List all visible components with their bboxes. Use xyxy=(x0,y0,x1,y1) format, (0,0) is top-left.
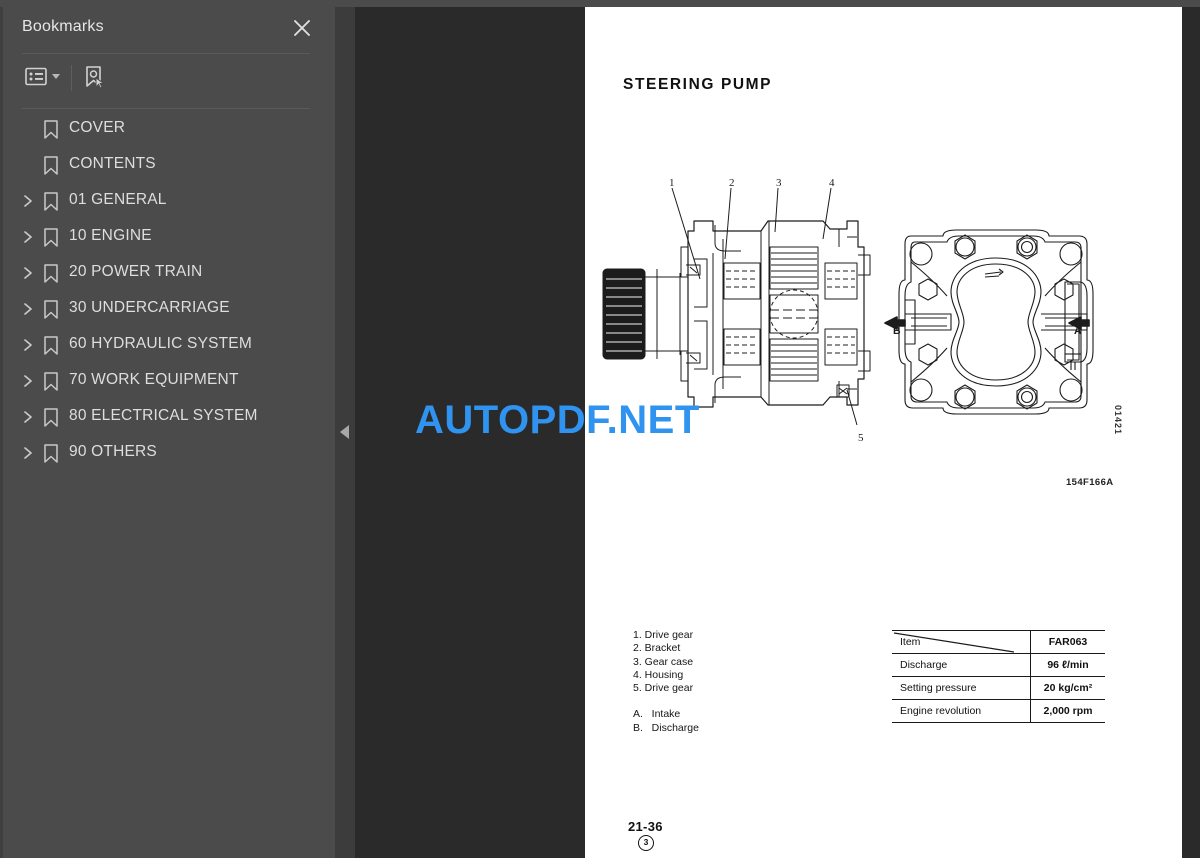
bookmark-icon xyxy=(43,156,59,175)
bookmark-item-contents[interactable]: CONTENTS xyxy=(3,147,338,183)
page-revision-badge: 3 xyxy=(638,835,654,851)
bookmark-item-label: 20 POWER TRAIN xyxy=(69,263,203,280)
bookmark-icon xyxy=(43,372,59,391)
list-options-icon[interactable] xyxy=(25,67,60,86)
chevron-right-icon[interactable] xyxy=(22,230,34,244)
bookmark-item-70-work-equipment[interactable]: 70 WORK EQUIPMENT xyxy=(3,363,338,399)
legend-part-item: 1. Drive gear xyxy=(633,629,694,641)
bookmark-list: COVER CONTENTS 01 GENERAL 10 ENGINE 20 POWER… xyxy=(3,111,338,471)
parts-legend: 1. Drive gear 2. Bracket 3. Gear case 4. Ho… xyxy=(633,629,699,735)
bookmark-item-label: 01 GENERAL xyxy=(69,191,167,208)
legend-port-item: A. Intake xyxy=(633,708,681,721)
bookmark-icon xyxy=(43,120,59,139)
callout-2: 2 xyxy=(729,177,735,189)
new-bookmark-icon[interactable] xyxy=(83,65,107,91)
legend-part-item: 5. Drive gear xyxy=(633,682,694,695)
page-number: 21-36 xyxy=(628,819,663,834)
callout-3: 3 xyxy=(776,177,782,189)
spec-label: Setting pressure xyxy=(892,676,1031,700)
bookmark-item-label: 30 UNDERCARRIAGE xyxy=(69,299,230,316)
bookmark-item-10-engine[interactable]: 10 ENGINE xyxy=(3,219,338,255)
chevron-right-icon[interactable] xyxy=(22,266,34,280)
table-row-header: Item FAR063 xyxy=(892,630,1105,654)
bookmark-item-label: 80 ELECTRICAL SYSTEM xyxy=(69,407,258,424)
bookmark-icon xyxy=(43,444,59,463)
bookmark-item-label: 60 HYDRAULIC SYSTEM xyxy=(69,335,252,352)
legend-part-item: 2. Bracket xyxy=(633,642,681,655)
table-row: Discharge 96 ℓ/min xyxy=(892,653,1105,677)
spec-value: 2,000 rpm xyxy=(1030,699,1105,723)
callout-4: 4 xyxy=(829,177,835,189)
figure-code: 154F166A xyxy=(1066,477,1114,488)
chevron-right-icon[interactable] xyxy=(22,410,34,424)
collapse-left-icon[interactable] xyxy=(340,425,349,439)
bookmark-icon xyxy=(43,228,59,247)
chevron-right-icon[interactable] xyxy=(22,374,34,388)
legend-part-item: 4. Housing xyxy=(633,668,684,681)
header-divider xyxy=(22,53,310,54)
section-arrow-label-A: A xyxy=(1074,325,1082,337)
bookmark-item-label: COVER xyxy=(69,119,126,136)
close-icon[interactable] xyxy=(291,17,313,39)
spec-value: 20 kg/cm² xyxy=(1030,676,1105,700)
chevron-right-icon[interactable] xyxy=(22,194,34,208)
specification-table: Item FAR063 Discharge 96 ℓ/min Setting press… xyxy=(892,630,1105,723)
bookmark-item-label: 90 OTHERS xyxy=(69,443,157,460)
spec-header-model: FAR063 xyxy=(1030,630,1105,654)
toolbar-divider xyxy=(22,108,310,109)
bookmarks-panel: Bookmarks COVER CONTENTS 01 GENERAL 10 E… xyxy=(0,7,335,858)
legend-part-item: 3. Gear case xyxy=(633,655,694,668)
bookmark-item-20-power-train[interactable]: 20 POWER TRAIN xyxy=(3,255,338,291)
spec-label: Discharge xyxy=(892,653,1031,677)
spec-value: 96 ℓ/min xyxy=(1030,653,1105,677)
pdf-page: STEERING PUMP 1 2 3 4 5 A B 154F166A 014… xyxy=(585,7,1182,858)
bookmark-item-cover[interactable]: COVER xyxy=(3,111,338,147)
chevron-down-icon xyxy=(52,74,60,79)
bookmarks-toolbar xyxy=(3,57,338,107)
header-diagonal-rule xyxy=(892,631,1030,653)
bookmarks-panel-header: Bookmarks xyxy=(3,7,335,53)
bookmark-icon xyxy=(43,408,59,427)
bookmark-item-90-others[interactable]: 90 OTHERS xyxy=(3,435,338,471)
top-toolbar-strip xyxy=(0,0,1200,7)
bookmark-item-label: 10 ENGINE xyxy=(69,227,152,244)
spec-label: Engine revolution xyxy=(892,699,1031,723)
side-margin-code: 01421 xyxy=(1113,405,1123,436)
table-row: Setting pressure 20 kg/cm² xyxy=(892,676,1105,700)
bookmark-icon xyxy=(43,264,59,283)
bookmark-icon xyxy=(43,300,59,319)
bookmark-item-label: CONTENTS xyxy=(69,155,156,172)
bookmark-item-01-general[interactable]: 01 GENERAL xyxy=(3,183,338,219)
chevron-right-icon[interactable] xyxy=(22,302,34,316)
callout-1: 1 xyxy=(669,177,675,189)
table-row: Engine revolution 2,000 rpm xyxy=(892,699,1105,723)
bookmark-icon xyxy=(43,192,59,211)
bookmark-item-60-hydraulic-system[interactable]: 60 HYDRAULIC SYSTEM xyxy=(3,327,338,363)
chevron-right-icon[interactable] xyxy=(22,338,34,352)
spec-header-item-cell: Item xyxy=(892,630,1031,654)
bookmark-item-label: 70 WORK EQUIPMENT xyxy=(69,371,239,388)
panel-collapse-strip[interactable] xyxy=(335,7,355,858)
legend-port-item: B. Discharge xyxy=(633,721,699,734)
callout-5: 5 xyxy=(858,432,864,444)
section-arrow-label-B: B xyxy=(893,325,901,337)
panel-title: Bookmarks xyxy=(22,18,104,35)
chevron-right-icon[interactable] xyxy=(22,446,34,460)
toolbar-separator xyxy=(71,65,72,91)
bookmark-icon xyxy=(43,336,59,355)
legend-spacer xyxy=(633,695,699,708)
bookmark-item-30-undercarriage[interactable]: 30 UNDERCARRIAGE xyxy=(3,291,338,327)
bookmark-item-80-electrical-system[interactable]: 80 ELECTRICAL SYSTEM xyxy=(3,399,338,435)
